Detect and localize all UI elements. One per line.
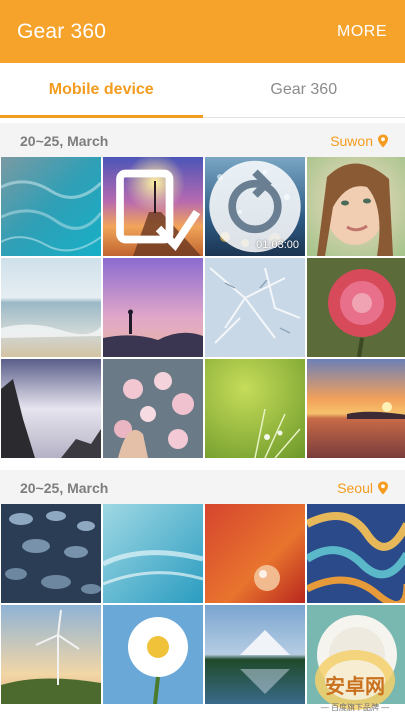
thumbnail-daisy[interactable] [103,605,203,704]
thumbnail-cliff-sky[interactable] [1,359,101,458]
photo-grid-1: 01:03:00 [0,157,405,458]
app-title: Gear 360 [17,19,107,43]
thumbnail-pink-flower[interactable] [307,258,405,357]
tab-mobile-device[interactable]: Mobile device [0,63,203,118]
thumbnail-abstract-swirl[interactable] [307,504,405,603]
section-header-2: 20~25, March Seoul [0,470,405,506]
location-pin-icon [378,481,388,495]
app-bar: Gear 360 MORE [0,0,405,63]
thumbnail-woman-portrait[interactable] [307,157,405,256]
location-label: Seoul [337,480,373,496]
thumbnail-water-texture[interactable] [1,157,101,256]
thumbnail-mountain-lake[interactable] [205,605,305,704]
thumbnail-rain-glass-video[interactable]: 01:03:00 [205,157,305,256]
video-duration: 01:03:00 [256,239,299,251]
tab-bar: Mobile device Gear 360 [0,63,405,118]
tab-gear-360[interactable]: Gear 360 [203,63,405,117]
vr-video-icon [116,169,201,252]
thumbnail-wind-turbine[interactable] [1,605,101,704]
more-button[interactable]: MORE [337,23,387,41]
watermark-subtext: — 百度旗下品牌 — [320,703,390,712]
section-date: 20~25, March [20,133,109,149]
section-header-1: 20~25, March Suwon [0,123,405,159]
thumbnail-sunset-sea[interactable] [307,359,405,458]
thumbnail-water-drops[interactable] [1,504,101,603]
thumbnail-yoga-silhouette[interactable] [103,258,203,357]
thumbnail-beach-waves[interactable] [1,258,101,357]
location-link-seoul[interactable]: Seoul [337,480,389,496]
location-pin-icon [378,134,388,148]
thumbnail-frost-pattern[interactable] [205,258,305,357]
thumbnail-aqua-waves[interactable] [103,504,203,603]
thumbnail-red-droplet[interactable] [205,504,305,603]
section-date: 20~25, March [20,480,109,496]
watermark-logo: 安卓网 — 百度旗下品牌 — [307,630,403,718]
thumbnail-grass-dew[interactable] [205,359,305,458]
thumbnail-blossoms-hand[interactable] [103,359,203,458]
watermark-text: 安卓网 [325,676,385,698]
location-link-suwon[interactable]: Suwon [330,133,389,149]
location-label: Suwon [330,133,373,149]
thumbnail-pier-lamp[interactable] [103,157,203,256]
